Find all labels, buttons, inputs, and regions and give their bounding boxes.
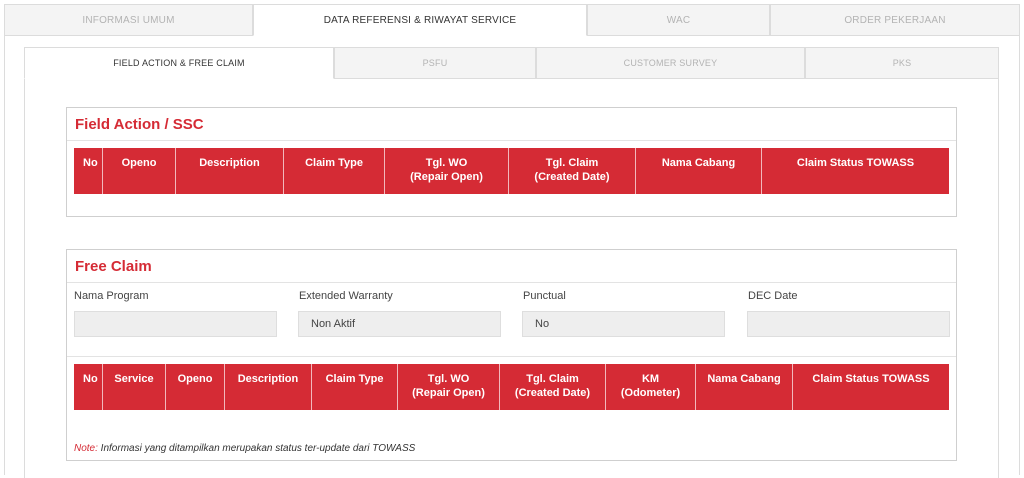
tab-psfu[interactable]: PSFU	[334, 47, 536, 79]
column-header: Claim Type	[284, 148, 385, 194]
tab-customer-survey[interactable]: CUSTOMER SURVEY	[536, 47, 805, 79]
column-header: Openo	[166, 364, 225, 410]
extended-warranty-field: Non Aktif	[298, 311, 501, 337]
nama-program-field	[74, 311, 277, 337]
tab-data-referensi[interactable]: DATA REFERENSI & RIWAYAT SERVICE	[253, 4, 587, 36]
field-action-panel: Field Action / SSC No Openo Description …	[66, 107, 957, 217]
column-header: Tgl. Claim (Created Date)	[509, 148, 636, 194]
column-header: No	[74, 148, 103, 194]
free-claim-table-header: No Service Openo Description Claim Type …	[74, 364, 949, 410]
column-header: Openo	[103, 148, 176, 194]
tab-wac[interactable]: WAC	[587, 4, 770, 36]
tab-order-pekerjaan[interactable]: ORDER PEKERJAAN	[770, 4, 1020, 36]
dec-date-field	[747, 311, 950, 337]
main-tab-bar: INFORMASI UMUM DATA REFERENSI & RIWAYAT …	[4, 4, 1020, 36]
punctual-label: Punctual	[523, 290, 566, 302]
column-header: Tgl. WO (Repair Open)	[398, 364, 500, 410]
column-header: Nama Cabang	[696, 364, 793, 410]
nama-program-label: Nama Program	[74, 290, 149, 302]
column-header: Claim Status TOWASS	[812, 373, 930, 385]
note-prefix: Note:	[74, 443, 98, 454]
column-header: Tgl. WO (Repair Open)	[385, 148, 509, 194]
note-text: Informasi yang ditampilkan merupakan sta…	[97, 443, 416, 454]
free-claim-panel: Free Claim Nama Program Extended Warrant…	[66, 249, 957, 461]
tab-informasi-umum[interactable]: INFORMASI UMUM	[4, 4, 253, 36]
sub-tab-bar: FIELD ACTION & FREE CLAIM PSFU CUSTOMER …	[24, 47, 999, 79]
divider	[67, 356, 956, 357]
tab-pks[interactable]: PKS	[805, 47, 999, 79]
towass-note: Note: Informasi yang ditampilkan merupak…	[74, 443, 415, 454]
field-action-title: Field Action / SSC	[67, 108, 956, 141]
column-header: KM (Odometer)	[606, 364, 696, 410]
tab-field-action-free-claim[interactable]: FIELD ACTION & FREE CLAIM	[24, 47, 334, 79]
column-header: Description	[225, 364, 312, 410]
extended-warranty-label: Extended Warranty	[299, 290, 393, 302]
column-header: Tgl. Claim (Created Date)	[500, 364, 606, 410]
column-header: Service	[103, 364, 166, 410]
column-header: Claim Status TOWASS	[796, 157, 915, 169]
column-header: No	[74, 364, 103, 410]
punctual-field: No	[522, 311, 725, 337]
column-header: Description	[176, 148, 284, 194]
column-header: Claim Type	[312, 364, 398, 410]
column-header: Nama Cabang	[636, 148, 762, 194]
free-claim-title: Free Claim	[67, 250, 956, 283]
field-action-table-header: No Openo Description Claim Type Tgl. WO(…	[74, 148, 949, 194]
dec-date-label: DEC Date	[748, 290, 798, 302]
